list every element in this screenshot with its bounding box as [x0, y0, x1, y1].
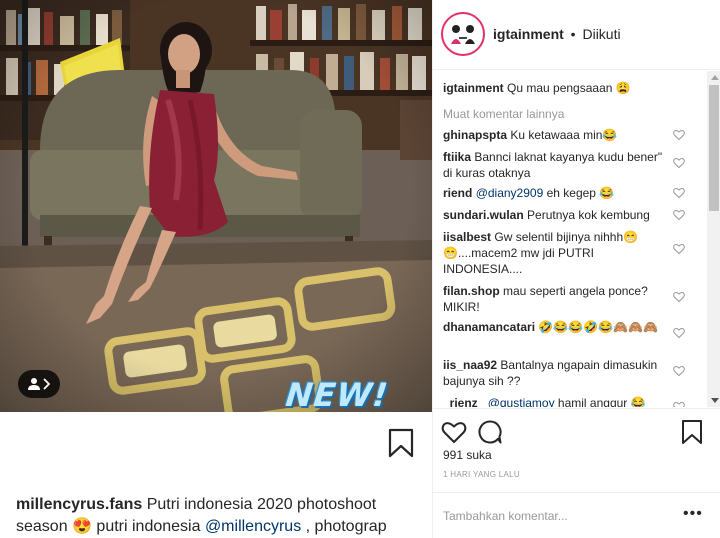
- comment-bubble-icon[interactable]: [477, 419, 503, 445]
- list-item: dhanamancatari 🤣😂😂🤣😂🙈🙈🙈: [443, 319, 671, 335]
- post-video[interactable]: NEW!: [0, 0, 432, 412]
- comments-scrollbar[interactable]: [707, 71, 720, 407]
- post-actions: [433, 408, 720, 450]
- caption-username[interactable]: millencyrus.fans: [16, 496, 142, 513]
- caption-text-2: putri indonesia: [91, 518, 205, 535]
- comment-text: Perutnya kok kembung: [527, 208, 650, 222]
- list-item: ftiika Bannci laknat kayanya kudu bener"…: [443, 149, 671, 181]
- list-item: filan.shop mau seperti angela ponce? MIK…: [443, 283, 671, 315]
- scroll-up-arrow-icon[interactable]: [711, 75, 719, 80]
- add-comment-bar: •••: [433, 492, 720, 538]
- comment-username[interactable]: sundari.wulan: [443, 208, 524, 222]
- heart-icon[interactable]: [673, 401, 685, 407]
- list-item: iisalbest Gw selentil bijinya nihhh😁😁...…: [443, 229, 671, 277]
- heart-icon[interactable]: [673, 327, 685, 339]
- chevron-right-icon: [43, 378, 51, 390]
- heart-icon[interactable]: [673, 365, 685, 377]
- post-side-panel: igtainment • Diikuti igtainment Qu mau p…: [432, 0, 720, 538]
- tagged-users-button[interactable]: [18, 370, 60, 398]
- list-item: _rienz_ @qustiamoy hamil anggur 😂: [443, 395, 671, 407]
- person-icon: [28, 378, 40, 390]
- like-heart-icon[interactable]: [441, 419, 467, 445]
- comment-username[interactable]: igtainment: [443, 81, 504, 95]
- comments-list: igtainment Qu mau pengsaaan 😩 Muat komen…: [433, 71, 707, 407]
- heart-icon[interactable]: [673, 129, 685, 141]
- photoshoot-image: [0, 0, 432, 412]
- list-item: iis_naa92 Bantalnya ngapain dimasukin ba…: [443, 357, 671, 389]
- comment-input[interactable]: [443, 505, 673, 527]
- header-text: igtainment • Diikuti: [493, 26, 621, 42]
- comment-text: 🤣😂😂🤣😂🙈🙈🙈: [538, 320, 658, 334]
- heart-icon[interactable]: [673, 187, 685, 199]
- comment-username[interactable]: _rienz_: [443, 396, 484, 407]
- comment-username[interactable]: ftiika: [443, 150, 471, 164]
- left-caption-area: millencyrus.fans Putri indonesia 2020 ph…: [0, 412, 432, 538]
- list-item: ghinapspta Ku ketawaaa min😂: [443, 127, 671, 143]
- post-header: igtainment • Diikuti: [433, 0, 720, 70]
- scroll-down-arrow-icon[interactable]: [711, 398, 719, 403]
- heart-icon[interactable]: [673, 157, 685, 169]
- caption-emoji: 😍: [72, 518, 92, 535]
- heart-icon[interactable]: [673, 209, 685, 221]
- comment-username[interactable]: dhanamancatari: [443, 320, 535, 334]
- comment-text: Qu mau pengsaaan 😩: [507, 81, 631, 95]
- following-button[interactable]: Diikuti: [582, 26, 620, 42]
- owner-comment: igtainment Qu mau pengsaaan 😩: [443, 80, 631, 96]
- new-overlay-text: NEW!: [284, 376, 391, 412]
- heart-icon[interactable]: [673, 291, 685, 303]
- caption-mention[interactable]: @millencyrus: [205, 518, 301, 535]
- post-timestamp[interactable]: 1 HARI YANG LALU: [443, 470, 520, 479]
- comment-text: eh kegep 😂: [543, 186, 615, 200]
- header-username[interactable]: igtainment: [493, 26, 564, 42]
- list-item: riend @diany2909 eh kegep 😂: [443, 185, 671, 201]
- avatar[interactable]: [441, 12, 485, 56]
- comment-username[interactable]: filan.shop: [443, 284, 500, 298]
- bookmark-icon[interactable]: [388, 428, 414, 458]
- header-separator: •: [570, 26, 576, 42]
- more-options-icon[interactable]: •••: [683, 505, 703, 523]
- heart-icon[interactable]: [673, 243, 685, 255]
- comment-text: Ku ketawaaa min😂: [510, 128, 618, 142]
- comment-username[interactable]: iis_naa92: [443, 358, 497, 372]
- caption-text-3: , photograp: [301, 518, 387, 535]
- comment-mention[interactable]: @qustiamoy: [488, 396, 555, 407]
- scrollbar-thumb[interactable]: [709, 85, 719, 211]
- load-more-comments-button[interactable]: Muat komentar lainnya: [443, 107, 564, 121]
- comment-mention[interactable]: @diany2909: [476, 186, 544, 200]
- list-item: sundari.wulan Perutnya kok kembung: [443, 207, 671, 223]
- save-bookmark-icon[interactable]: [679, 419, 705, 445]
- comment-username[interactable]: riend: [443, 186, 472, 200]
- comment-username[interactable]: iisalbest: [443, 230, 491, 244]
- comment-username[interactable]: ghinapspta: [443, 128, 507, 142]
- igtainment-logo-icon: [445, 16, 481, 52]
- likes-count[interactable]: 991 suka: [443, 448, 492, 462]
- comment-text: Bannci laknat kayanya kudu bener" di kur…: [443, 150, 663, 180]
- post-caption: millencyrus.fans Putri indonesia 2020 ph…: [16, 494, 426, 538]
- comment-text: hamil anggur 😂: [554, 396, 646, 407]
